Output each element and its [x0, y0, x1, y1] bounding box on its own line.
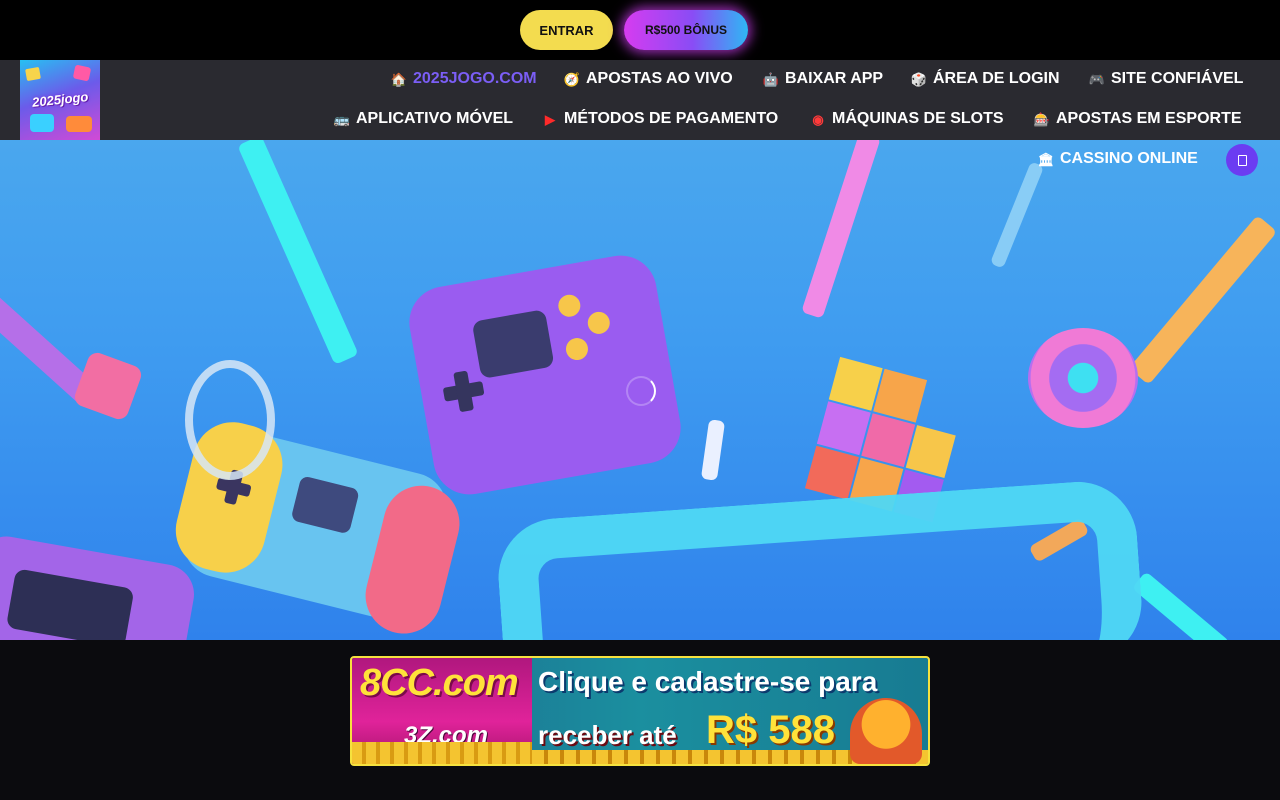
nav-item-trusted-site[interactable]: 🎮 SITE CONFIÁVEL: [1088, 69, 1244, 89]
decoration-stick: [801, 140, 881, 319]
menu-toggle-button[interactable]: [1226, 144, 1258, 176]
nav-item-label: 2025JOGO.COM: [413, 70, 537, 87]
decoration-stick: [1131, 571, 1231, 640]
nav-item-label: SITE CONFIÁVEL: [1111, 70, 1244, 87]
decoration-block: [72, 350, 144, 422]
decoration-stick: [989, 161, 1045, 269]
nav-item-label: BAIXAR APP: [785, 70, 884, 87]
nav-item-label: APOSTAS AO VIVO: [586, 70, 733, 87]
robot-icon: 🚌: [333, 111, 351, 127]
nav-item-label: APOSTAS EM ESPORTE: [1056, 110, 1242, 127]
bonus-button[interactable]: R$500 BÔNUS: [624, 10, 748, 50]
nav-item-slot-machines[interactable]: ◉ MÁQUINAS DE SLOTS: [809, 109, 1004, 129]
nav-item-live-betting[interactable]: 🧭 APOSTAS AO VIVO: [563, 69, 733, 89]
loading-spinner: [626, 376, 656, 406]
nav-item-login-area[interactable]: 🎲 ÁREA DE LOGIN: [910, 69, 1060, 89]
decoration-stick: [1128, 215, 1278, 385]
ring-illustration: [185, 360, 275, 480]
gamepad-icon: 🎮: [1088, 71, 1106, 87]
nav-item-online-casino[interactable]: 🏛 CASSINO ONLINE: [1037, 149, 1198, 169]
menu-icon: [1237, 154, 1247, 166]
compass-icon: 🧭: [563, 71, 581, 87]
house-icon: 🏠: [390, 71, 408, 87]
decoration-stick: [700, 419, 726, 481]
promo-headline: Clique e cadastre-se para: [538, 666, 878, 697]
logo-decoration: [66, 116, 92, 132]
login-button[interactable]: ENTRAR: [520, 10, 613, 50]
nav-item-label: APLICATIVO MÓVEL: [356, 110, 514, 127]
nav-item-sports-betting[interactable]: 🎰 APOSTAS EM ESPORTE: [1033, 109, 1242, 129]
decoration-stick: [237, 140, 359, 365]
hero-banner: [0, 140, 1280, 640]
nav-item-label: CASSINO ONLINE: [1060, 150, 1198, 167]
nav-item-home[interactable]: 🏠 2025JOGO.COM: [390, 69, 537, 89]
logo-decoration: [72, 64, 92, 82]
top-bar: ENTRAR R$500 BÔNUS: [0, 0, 1280, 60]
promo-brand-name: 8CC.com: [360, 662, 519, 704]
coins-decoration: [352, 742, 532, 764]
nav-item-payment-methods[interactable]: ▶ MÉTODOS DE PAGAMENTO: [541, 109, 778, 129]
logo-text: 2025jogo: [31, 89, 89, 110]
console-illustration: [0, 531, 199, 640]
chip-icon: ◉: [812, 111, 824, 127]
promo-banner[interactable]: 8CC.com 3Z.com Clique e cadastre-se para…: [350, 656, 930, 766]
gamepad-illustration: [403, 249, 687, 501]
ribbon-illustration: [494, 477, 1146, 640]
logo-decoration: [25, 66, 41, 82]
promo-amount: R$ 588: [706, 708, 835, 752]
dice-icon: 🎲: [910, 71, 928, 87]
nav-item-mobile-app[interactable]: 🚌 APLICATIVO MÓVEL: [333, 109, 513, 129]
logo-decoration: [30, 114, 54, 132]
youtube-icon: ▶: [545, 111, 555, 127]
nav-item-label: MÉTODOS DE PAGAMENTO: [564, 110, 779, 127]
slot-machine-icon: 🎰: [1033, 111, 1051, 127]
nav-item-download-app[interactable]: 🤖 BAIXAR APP: [762, 69, 883, 89]
casino-icon: 🏛: [1037, 151, 1055, 167]
nav-item-label: ÁREA DE LOGIN: [933, 70, 1060, 87]
tiger-mascot-icon: [850, 698, 922, 764]
site-logo[interactable]: 2025jogo: [20, 60, 100, 140]
promo-subline: receber até: [538, 720, 677, 750]
android-icon: 🤖: [762, 71, 780, 87]
candy-illustration: [1028, 328, 1138, 428]
nav-item-label: MÁQUINAS DE SLOTS: [832, 110, 1004, 127]
